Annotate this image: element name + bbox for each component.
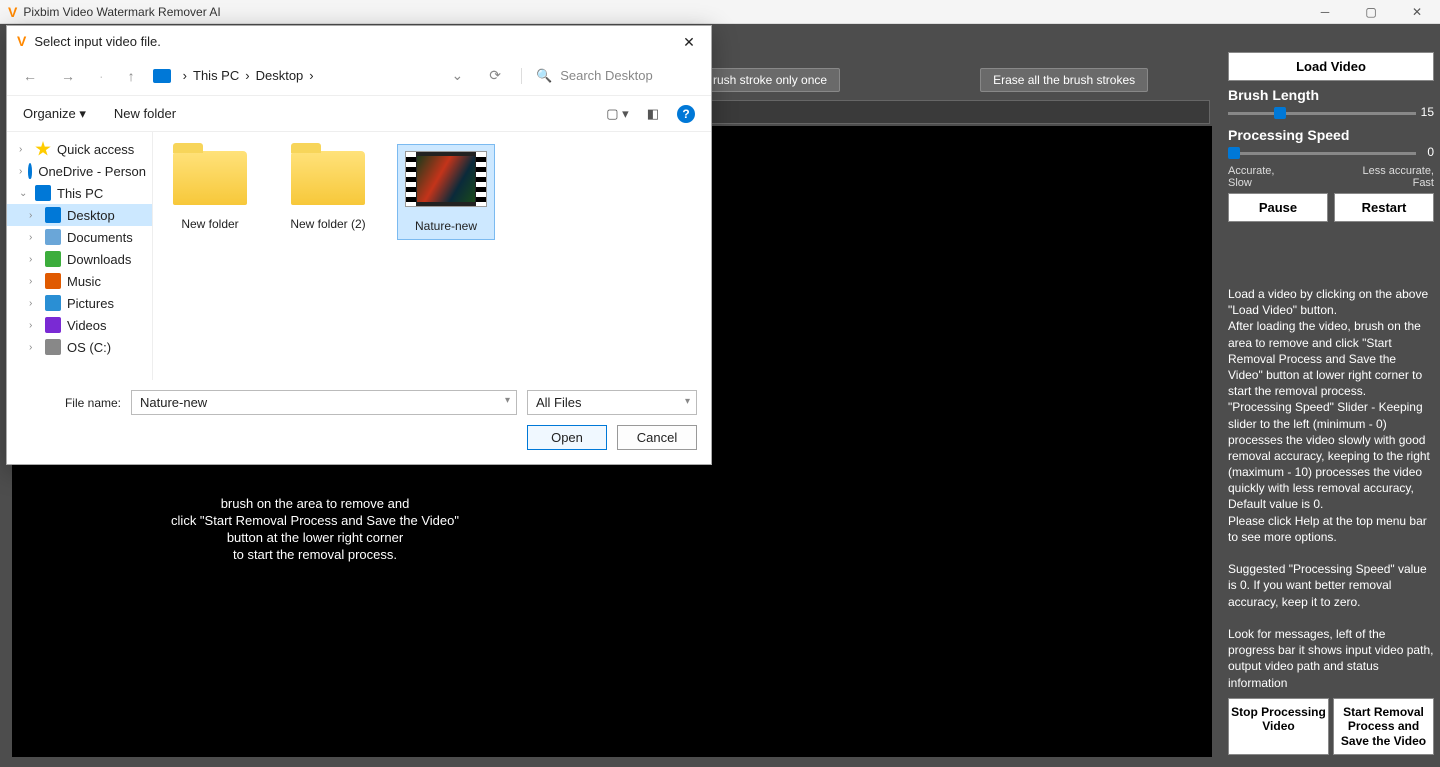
file-nature-new[interactable]: Nature-new [397,144,495,240]
erase-last-stroke-button[interactable]: rush stroke only once [700,68,840,92]
search-icon: 🔍 [536,68,552,84]
restart-button[interactable]: Restart [1334,193,1434,222]
tree-os-c[interactable]: ›OS (C:) [7,336,152,358]
tree-videos[interactable]: ›Videos [7,314,152,336]
minimize-button[interactable]: ─ [1302,0,1348,24]
window-title: Pixbim Video Watermark Remover AI [23,5,220,19]
breadcrumb[interactable]: › This PC › Desktop › [183,68,314,83]
maximize-button[interactable]: ▢ [1348,0,1394,24]
refresh-button[interactable]: ⟳ [483,63,507,88]
dialog-logo-icon: V [17,33,26,49]
video-file-icon [405,151,487,207]
nav-up-button[interactable]: ↑ [122,64,141,88]
close-button[interactable]: ✕ [1394,0,1440,24]
history-dropdown-icon[interactable]: ⌄ [446,63,470,88]
start-removal-button[interactable]: Start Removal Process and Save the Video [1333,698,1434,755]
canvas-help-text: brush on the area to remove and click "S… [160,496,470,564]
processing-speed-value: 0 [1427,145,1434,159]
view-mode-button[interactable]: ▢ ▾ [606,106,628,122]
folder-tree[interactable]: ›Quick access ›OneDrive - Person ⌄This P… [7,132,153,380]
help-icon[interactable]: ? [677,105,695,123]
search-input[interactable]: 🔍 Search Desktop [521,68,701,84]
organize-menu[interactable]: Organize ▾ [23,106,86,122]
preview-pane-button[interactable]: ◧ [647,106,659,122]
filename-label: File name: [21,396,121,410]
erase-all-strokes-button[interactable]: Erase all the brush strokes [980,68,1148,92]
tree-music[interactable]: ›Music [7,270,152,292]
files-pane[interactable]: New folder New folder (2) Nature-new [153,132,711,380]
tree-documents[interactable]: ›Documents [7,226,152,248]
speed-right-label: Less accurate, Fast [1362,165,1434,189]
filename-input[interactable]: Nature-new▾ [131,390,517,415]
info-text: Load a video by clicking on the above "L… [1228,226,1434,694]
window-titlebar: V Pixbim Video Watermark Remover AI ─ ▢ … [0,0,1440,24]
processing-speed-label: Processing Speed [1228,127,1434,143]
tree-desktop[interactable]: ›Desktop [7,204,152,226]
stop-processing-button[interactable]: Stop Processing Video [1228,698,1329,755]
dialog-close-button[interactable]: ✕ [675,30,703,54]
nav-forward-button[interactable]: → [55,64,81,88]
cancel-button[interactable]: Cancel [617,425,697,450]
tree-this-pc[interactable]: ⌄This PC [7,182,152,204]
pause-button[interactable]: Pause [1228,193,1328,222]
brush-length-slider[interactable]: 15 [1228,107,1434,121]
speed-left-label: Accurate, Slow [1228,165,1274,189]
folder-icon [173,151,247,205]
tree-downloads[interactable]: ›Downloads [7,248,152,270]
tree-onedrive[interactable]: ›OneDrive - Person [7,160,152,182]
brush-length-value: 15 [1421,105,1434,119]
pc-icon [153,69,171,83]
brush-length-label: Brush Length [1228,87,1434,103]
processing-speed-slider[interactable]: 0 [1228,147,1434,161]
load-video-button[interactable]: Load Video [1228,52,1434,81]
folder-icon [291,151,365,205]
open-button[interactable]: Open [527,425,607,450]
file-filter-select[interactable]: All Files▾ [527,390,697,415]
new-folder-button[interactable]: New folder [114,106,176,121]
app-logo-icon: V [8,4,17,20]
file-folder-1[interactable]: New folder [161,144,259,238]
tree-pictures[interactable]: ›Pictures [7,292,152,314]
right-panel: Load Video Brush Length 15 Processing Sp… [1222,48,1440,761]
file-folder-2[interactable]: New folder (2) [279,144,377,238]
dialog-title: Select input video file. [34,34,160,49]
nav-back-button[interactable]: ← [17,64,43,88]
file-open-dialog: V Select input video file. ✕ ← → · ↑ › T… [6,25,712,465]
tree-quick-access[interactable]: ›Quick access [7,138,152,160]
